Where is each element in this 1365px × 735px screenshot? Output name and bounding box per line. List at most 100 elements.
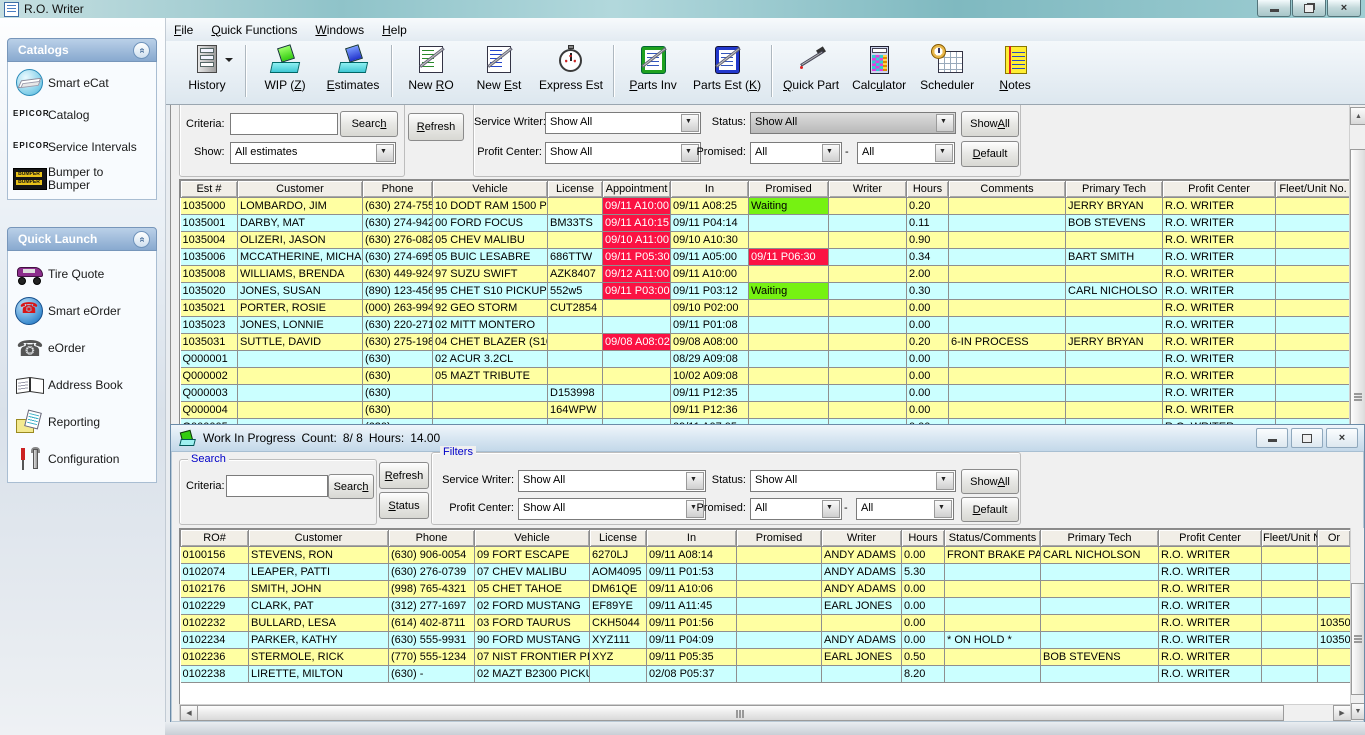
table-cell[interactable]: R.O. WRITER [1163, 385, 1276, 402]
table-cell[interactable]: 97 SUZU SWIFT [433, 266, 548, 283]
profit-center-dropdown[interactable]: Show All [545, 142, 701, 164]
table-cell[interactable] [548, 198, 603, 215]
table-cell[interactable] [1262, 564, 1318, 581]
table-cell[interactable]: 0.00 [907, 402, 949, 419]
menu-file[interactable]: File [165, 20, 202, 40]
table-cell[interactable]: 0102232 [181, 615, 249, 632]
table-row[interactable]: 1035004OLIZERI, JASON(630) 276-082805 CH… [181, 232, 1351, 249]
table-cell[interactable] [590, 666, 647, 683]
table-cell[interactable]: 03 FORD TAURUS [475, 615, 590, 632]
table-cell[interactable] [1276, 402, 1351, 419]
table-cell[interactable]: 09/11 P04:09 [647, 632, 737, 649]
table-cell[interactable] [548, 334, 603, 351]
table-cell[interactable] [1318, 649, 1351, 666]
profit-center-dropdown[interactable]: Show All [518, 498, 706, 520]
table-cell[interactable]: 0.00 [902, 615, 945, 632]
table-cell[interactable]: 0.30 [907, 283, 949, 300]
table-cell[interactable]: 09/08 A08:00 [671, 334, 749, 351]
table-cell[interactable]: R.O. WRITER [1163, 266, 1276, 283]
table-cell[interactable]: MCCATHERINE, MICHA [238, 249, 363, 266]
column-header[interactable]: Est # [181, 181, 238, 198]
criteria-input[interactable] [226, 475, 328, 497]
table-cell[interactable] [1066, 300, 1163, 317]
table-cell[interactable]: * ON HOLD * [945, 632, 1041, 649]
table-cell[interactable] [1041, 564, 1159, 581]
table-cell[interactable] [749, 317, 829, 334]
table-cell[interactable] [1318, 547, 1351, 564]
table-cell[interactable]: (630) [363, 385, 433, 402]
table-cell[interactable] [749, 402, 829, 419]
table-cell[interactable] [1066, 317, 1163, 334]
table-cell[interactable]: R.O. WRITER [1159, 632, 1262, 649]
table-row[interactable]: 0102232BULLARD, LESA(614) 402-871103 FOR… [181, 615, 1351, 632]
close-button[interactable]: × [1327, 0, 1361, 17]
column-header[interactable]: Vehicle [433, 181, 548, 198]
table-cell[interactable] [603, 368, 671, 385]
table-cell[interactable]: STEVENS, RON [249, 547, 389, 564]
table-cell[interactable]: 1035001 [181, 215, 238, 232]
table-cell[interactable] [1262, 632, 1318, 649]
table-cell[interactable]: STERMOLE, RICK [249, 649, 389, 666]
scroll-right-icon[interactable]: ▶ [1333, 705, 1351, 721]
table-cell[interactable] [829, 283, 907, 300]
table-cell[interactable]: R.O. WRITER [1163, 198, 1276, 215]
table-cell[interactable] [737, 564, 822, 581]
table-row[interactable]: 0102238LIRETTE, MILTON(630) -02 MAZT B23… [181, 666, 1351, 683]
table-cell[interactable]: 09/11 P03:12 [671, 283, 749, 300]
table-cell[interactable] [949, 300, 1066, 317]
table-cell[interactable]: EARL JONES [822, 598, 902, 615]
table-cell[interactable]: R.O. WRITER [1159, 598, 1262, 615]
table-cell[interactable] [829, 232, 907, 249]
table-cell[interactable]: R.O. WRITER [1159, 615, 1262, 632]
table-cell[interactable] [1276, 283, 1351, 300]
table-cell[interactable]: 0.20 [907, 334, 949, 351]
table-row[interactable]: 1035000LOMBARDO, JIM(630) 274-755510 DOD… [181, 198, 1351, 215]
column-header[interactable]: Promised [749, 181, 829, 198]
table-cell[interactable]: 1035021 [181, 300, 238, 317]
scroll-down-icon[interactable]: ▼ [1351, 703, 1365, 720]
scroll-up-icon[interactable]: ▲ [1350, 107, 1365, 125]
table-row[interactable]: Q000003(630)D15399809/11 P12:350.00R.O. … [181, 385, 1351, 402]
new-est-button[interactable]: New Est [465, 41, 533, 94]
table-cell[interactable] [238, 351, 363, 368]
table-cell[interactable] [1066, 402, 1163, 419]
table-cell[interactable] [1262, 615, 1318, 632]
refresh-button[interactable]: Refresh [379, 462, 429, 489]
table-cell[interactable]: (630) 275-1987 [363, 334, 433, 351]
table-cell[interactable] [945, 666, 1041, 683]
table-row[interactable]: 0102236STERMOLE, RICK(770) 555-123407 NI… [181, 649, 1351, 666]
restore-button[interactable] [1292, 0, 1326, 17]
sidebar-item-catalog[interactable]: EPICOR Catalog [10, 99, 156, 131]
table-cell[interactable]: CLARK, PAT [249, 598, 389, 615]
column-header[interactable]: Fleet/Unit No. [1276, 181, 1351, 198]
table-cell[interactable] [1318, 666, 1351, 683]
table-cell[interactable]: DARBY, MAT [238, 215, 363, 232]
scroll-left-icon[interactable]: ◀ [180, 705, 198, 721]
table-cell[interactable] [737, 615, 822, 632]
table-cell[interactable]: R.O. WRITER [1163, 215, 1276, 232]
show-all-button[interactable]: Show All [961, 469, 1019, 494]
table-cell[interactable] [829, 249, 907, 266]
table-row[interactable]: 1035031SUTTLE, DAVID(630) 275-198704 CHE… [181, 334, 1351, 351]
table-cell[interactable]: 0.00 [907, 300, 949, 317]
table-cell[interactable]: 0.90 [907, 232, 949, 249]
table-cell[interactable]: Q000002 [181, 368, 238, 385]
table-cell[interactable]: JERRY BRYAN [1066, 334, 1163, 351]
table-cell[interactable]: 09/11 A10:06 [647, 581, 737, 598]
table-cell[interactable]: 1035008 [181, 266, 238, 283]
table-cell[interactable] [603, 402, 671, 419]
wip-restore-button[interactable] [1291, 428, 1323, 448]
chevron-down-icon[interactable] [822, 144, 840, 162]
table-cell[interactable] [949, 198, 1066, 215]
menu-quick-functions[interactable]: Quick Functions [202, 20, 306, 40]
table-cell[interactable]: 09/11 P12:35 [671, 385, 749, 402]
collapse-chevron-icon[interactable]: « [133, 42, 150, 59]
table-cell[interactable] [433, 385, 548, 402]
table-cell[interactable]: 09/11 A05:00 [671, 249, 749, 266]
table-cell[interactable]: SMITH, JOHN [249, 581, 389, 598]
table-cell[interactable] [1041, 615, 1159, 632]
table-row[interactable]: 1035008WILLIAMS, BRENDA(630) 449-924397 … [181, 266, 1351, 283]
table-cell[interactable]: ANDY ADAMS [822, 547, 902, 564]
search-button[interactable]: Search [340, 111, 398, 137]
table-cell[interactable] [829, 300, 907, 317]
